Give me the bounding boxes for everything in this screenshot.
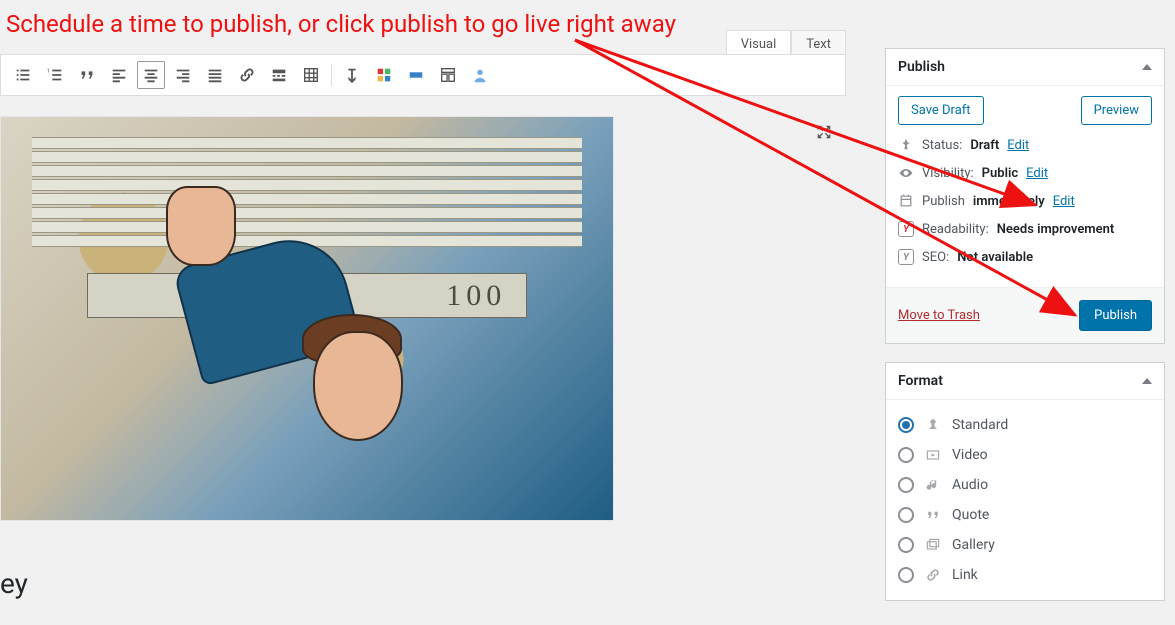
- eye-icon: [898, 165, 914, 181]
- publish-panel-title: Publish: [898, 59, 945, 75]
- align-justify-icon[interactable]: [201, 61, 229, 89]
- seo-label: SEO:: [922, 250, 949, 265]
- format-panel-header[interactable]: Format: [886, 363, 1164, 400]
- align-center-icon[interactable]: [137, 61, 165, 89]
- text-direction-icon[interactable]: [338, 61, 366, 89]
- table-icon[interactable]: [297, 61, 325, 89]
- pushpin-icon: [924, 416, 942, 434]
- format-link[interactable]: Link: [898, 560, 1152, 590]
- link-small-icon: [924, 566, 942, 584]
- visibility-edit-link[interactable]: Edit: [1026, 166, 1048, 181]
- status-value: Draft: [970, 138, 999, 153]
- align-right-icon[interactable]: [169, 61, 197, 89]
- blockquote-icon[interactable]: [73, 61, 101, 89]
- pin-icon: [898, 137, 914, 153]
- highlight-icon[interactable]: [402, 61, 430, 89]
- list-ul-icon[interactable]: [9, 61, 37, 89]
- format-label: Standard: [952, 417, 1008, 433]
- insert-more-icon[interactable]: [265, 61, 293, 89]
- format-standard[interactable]: Standard: [898, 410, 1152, 440]
- video-icon: [924, 446, 942, 464]
- radio-icon: [898, 537, 914, 553]
- format-panel-title: Format: [898, 373, 943, 389]
- publish-button[interactable]: Publish: [1079, 300, 1152, 331]
- visibility-row: Visibility: Public Edit: [898, 165, 1152, 181]
- collapse-icon: [1142, 378, 1152, 384]
- featured-image-area[interactable]: 100: [0, 116, 614, 521]
- format-video[interactable]: Video: [898, 440, 1152, 470]
- align-left-icon[interactable]: [105, 61, 133, 89]
- save-draft-button[interactable]: Save Draft: [898, 96, 984, 125]
- list-ol-icon[interactable]: 1: [41, 61, 69, 89]
- editor-main: Visual Text 1 100: [0, 0, 856, 625]
- seo-value: Not available: [957, 250, 1033, 265]
- svg-text:1: 1: [47, 68, 50, 74]
- format-label: Gallery: [952, 537, 995, 553]
- readability-label: Readability:: [922, 222, 989, 237]
- publish-panel: Publish Save Draft Preview Status: Draft…: [885, 48, 1165, 344]
- fullscreen-icon[interactable]: [815, 123, 833, 145]
- audio-icon: [924, 476, 942, 494]
- preview-button[interactable]: Preview: [1081, 96, 1152, 125]
- seo-row: SEO: Not available: [898, 249, 1152, 265]
- status-label: Status:: [922, 138, 962, 153]
- readability-row: Readability: Needs improvement: [898, 221, 1152, 237]
- editor-toolbar: 1: [0, 54, 846, 96]
- readability-value: Needs improvement: [997, 222, 1115, 237]
- format-label: Audio: [952, 477, 988, 493]
- visibility-label: Visibility:: [922, 166, 974, 181]
- yoast-readability-icon: [898, 221, 914, 237]
- calendar-icon: [898, 193, 914, 209]
- format-panel: Format Standard Video Audio: [885, 362, 1165, 601]
- yoast-seo-icon: [898, 249, 914, 265]
- move-to-trash-link[interactable]: Move to Trash: [898, 308, 980, 323]
- user-icon[interactable]: [466, 61, 494, 89]
- collapse-icon: [1142, 64, 1152, 70]
- format-audio[interactable]: Audio: [898, 470, 1152, 500]
- quote-icon: [924, 506, 942, 524]
- layout-icon[interactable]: [434, 61, 462, 89]
- publish-panel-header[interactable]: Publish: [886, 49, 1164, 86]
- radio-icon: [898, 507, 914, 523]
- editor-sidebar: Publish Save Draft Preview Status: Draft…: [885, 0, 1165, 601]
- format-label: Video: [952, 447, 988, 463]
- format-label: Quote: [952, 507, 989, 523]
- publish-time-edit-link[interactable]: Edit: [1053, 194, 1075, 209]
- format-quote[interactable]: Quote: [898, 500, 1152, 530]
- publish-time-row: Publish immediately Edit: [898, 193, 1152, 209]
- gallery-icon: [924, 536, 942, 554]
- publish-time-value: immediately: [973, 194, 1045, 209]
- post-title-fragment[interactable]: ey: [0, 567, 28, 600]
- format-label: Link: [952, 567, 978, 583]
- radio-icon: [898, 447, 914, 463]
- status-edit-link[interactable]: Edit: [1007, 138, 1029, 153]
- toolbar-divider: [331, 64, 332, 86]
- visibility-value: Public: [982, 166, 1018, 181]
- publish-time-label: Publish: [922, 194, 965, 209]
- featured-image: 100: [1, 117, 613, 520]
- radio-checked-icon: [898, 417, 914, 433]
- format-list: Standard Video Audio Quote: [898, 410, 1152, 590]
- addon-blocks-icon[interactable]: [370, 61, 398, 89]
- radio-icon: [898, 477, 914, 493]
- radio-icon: [898, 567, 914, 583]
- status-row: Status: Draft Edit: [898, 137, 1152, 153]
- format-gallery[interactable]: Gallery: [898, 530, 1152, 560]
- link-icon[interactable]: [233, 61, 261, 89]
